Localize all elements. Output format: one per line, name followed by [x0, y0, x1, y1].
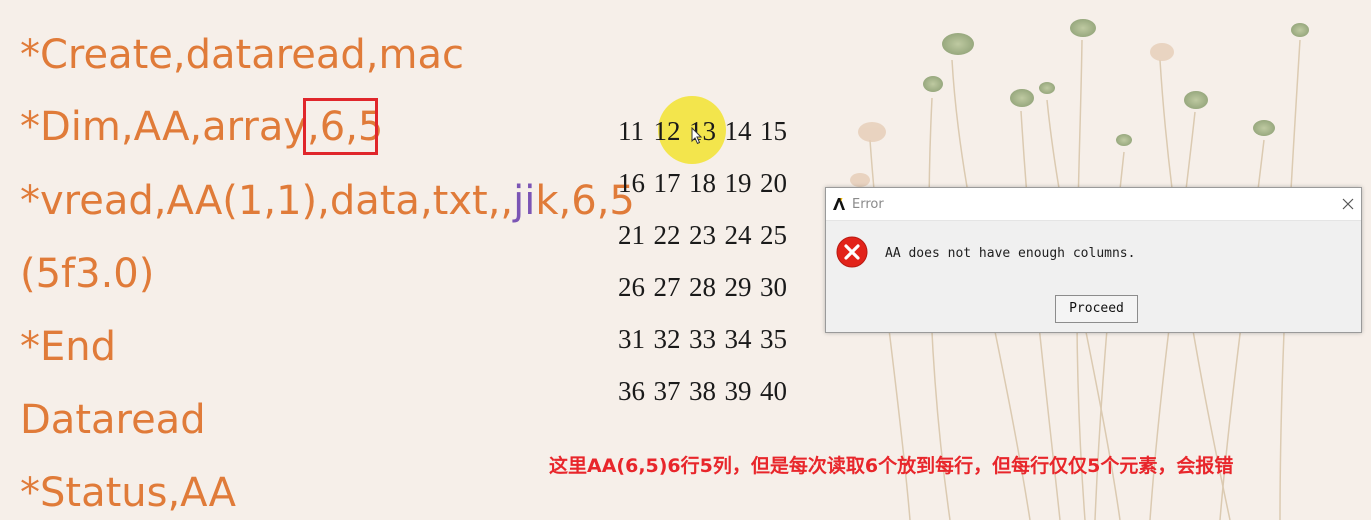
code-line-format: (5f3.0) — [20, 251, 155, 297]
close-icon[interactable] — [1341, 197, 1355, 211]
matrix-cell: 34 — [724, 324, 752, 354]
matrix-row: 31 32 33 34 35 — [618, 316, 796, 368]
highlight-box — [303, 98, 378, 155]
dialog-titlebar: Error — [826, 188, 1361, 221]
caption-text: 这里AA(6,5)6行5列，但是每次读取6个放到每行，但每行仅仅5个元素，会报错 — [549, 455, 1234, 477]
matrix-row: 21 22 23 24 25 — [618, 212, 796, 264]
matrix-row: 16 17 18 19 20 — [618, 160, 796, 212]
dialog-title: Error — [852, 197, 884, 212]
matrix-cell: 40 — [760, 376, 787, 406]
matrix-cell: 26 — [618, 272, 645, 302]
code-vread-purple: ji — [513, 178, 536, 224]
matrix-row: 36 37 38 39 40 — [618, 368, 796, 420]
matrix-cell: 33 — [689, 324, 716, 354]
matrix-cell: 19 — [724, 168, 752, 198]
data-matrix: 11 12 13 14 15 16 17 18 19 20 21 22 23 24 25 26 27 28 2… — [618, 108, 796, 420]
matrix-cell: 27 — [653, 272, 681, 302]
matrix-cell: 20 — [760, 168, 787, 198]
matrix-cell: 14 — [724, 116, 752, 146]
matrix-cell: 31 — [618, 324, 645, 354]
error-x-icon — [836, 236, 868, 268]
matrix-row: 11 12 13 14 15 — [618, 108, 796, 160]
matrix-cell: 11 — [618, 116, 644, 146]
matrix-cell: 22 — [653, 220, 681, 250]
code-line-vread: *vread,AA(1,1),data,txt,,jik,6,5 — [20, 176, 635, 226]
matrix-cell: 36 — [618, 376, 645, 406]
matrix-cell: 35 — [760, 324, 787, 354]
matrix-cell: 24 — [724, 220, 752, 250]
matrix-cell: 15 — [760, 116, 787, 146]
matrix-cell: 28 — [689, 272, 716, 302]
matrix-cell: 38 — [689, 376, 716, 406]
matrix-cell: 39 — [724, 376, 752, 406]
error-dialog: Error AA does not have enough columns. P… — [825, 187, 1362, 333]
code-vread-prefix: *vread,AA(1,1),data,txt,, — [20, 178, 514, 224]
matrix-cell: 21 — [618, 220, 645, 250]
code-line-status: *Status,AA — [20, 470, 237, 516]
matrix-cell: 18 — [689, 168, 716, 198]
code-line-create: *Create,dataread,mac — [20, 32, 464, 78]
proceed-button[interactable]: Proceed — [1055, 295, 1138, 323]
matrix-cell: 17 — [653, 168, 681, 198]
matrix-row: 26 27 28 29 30 — [618, 264, 796, 316]
code-line-dataread: Dataread — [20, 397, 206, 443]
matrix-cell: 32 — [653, 324, 681, 354]
matrix-cell: 29 — [724, 272, 752, 302]
matrix-cell: 25 — [760, 220, 787, 250]
mouse-cursor-icon — [691, 127, 703, 145]
matrix-cell: 30 — [760, 272, 787, 302]
matrix-cell: 12 — [653, 116, 681, 146]
matrix-cell: 37 — [653, 376, 681, 406]
ansys-logo-icon — [833, 198, 845, 210]
matrix-cell: 23 — [689, 220, 716, 250]
code-dim-prefix: *Dim,AA,array, — [20, 104, 320, 150]
matrix-cell: 16 — [618, 168, 645, 198]
code-line-end: *End — [20, 324, 117, 370]
dialog-message: AA does not have enough columns. — [885, 246, 1136, 261]
